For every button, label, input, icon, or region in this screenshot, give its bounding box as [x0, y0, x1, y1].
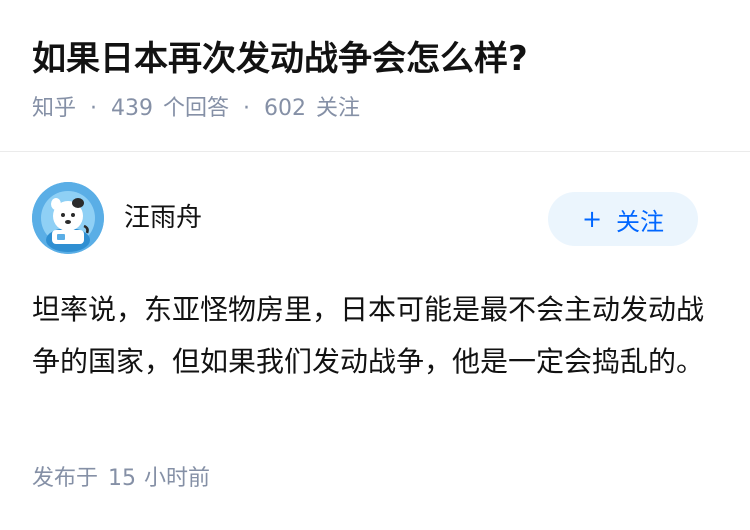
- answer-page: 如果日本再次发动战争会怎么样? 知乎 · 439 个回答 · 602 关注 汪雨…: [0, 0, 750, 530]
- question-meta: 知乎 · 439 个回答 · 602 关注: [32, 92, 360, 126]
- question-header: 如果日本再次发动战争会怎么样? 知乎 · 439 个回答 · 602 关注: [0, 0, 750, 152]
- follower-count-label: 关注: [316, 96, 361, 121]
- avatar-illustration: [32, 182, 104, 254]
- author-name[interactable]: 汪雨舟: [124, 200, 202, 236]
- answer-count: 439: [111, 96, 154, 121]
- published-prefix: 发布于: [32, 466, 99, 491]
- follow-button[interactable]: + 关注: [548, 192, 698, 246]
- answer-content: 坦率说，东亚怪物房里，日本可能是最不会主动发动战争的国家，但如果我们发动战争，他…: [32, 293, 705, 378]
- published-unit: 小时前: [144, 466, 211, 491]
- plus-icon: +: [581, 205, 603, 233]
- follower-count: 602: [264, 96, 307, 121]
- meta-separator: ·: [243, 96, 251, 121]
- answer-count-label: 个回答: [163, 96, 230, 121]
- avatar[interactable]: [32, 182, 104, 254]
- question-title[interactable]: 如果日本再次发动战争会怎么样?: [32, 36, 528, 82]
- follow-button-label: 关注: [616, 207, 665, 236]
- source-label[interactable]: 知乎: [32, 92, 76, 126]
- author-row: 汪雨舟 + 关注: [32, 182, 718, 258]
- published-value: 15: [108, 466, 137, 491]
- answer-timestamp: 发布于 15 小时前: [32, 462, 210, 496]
- meta-separator: ·: [90, 96, 98, 121]
